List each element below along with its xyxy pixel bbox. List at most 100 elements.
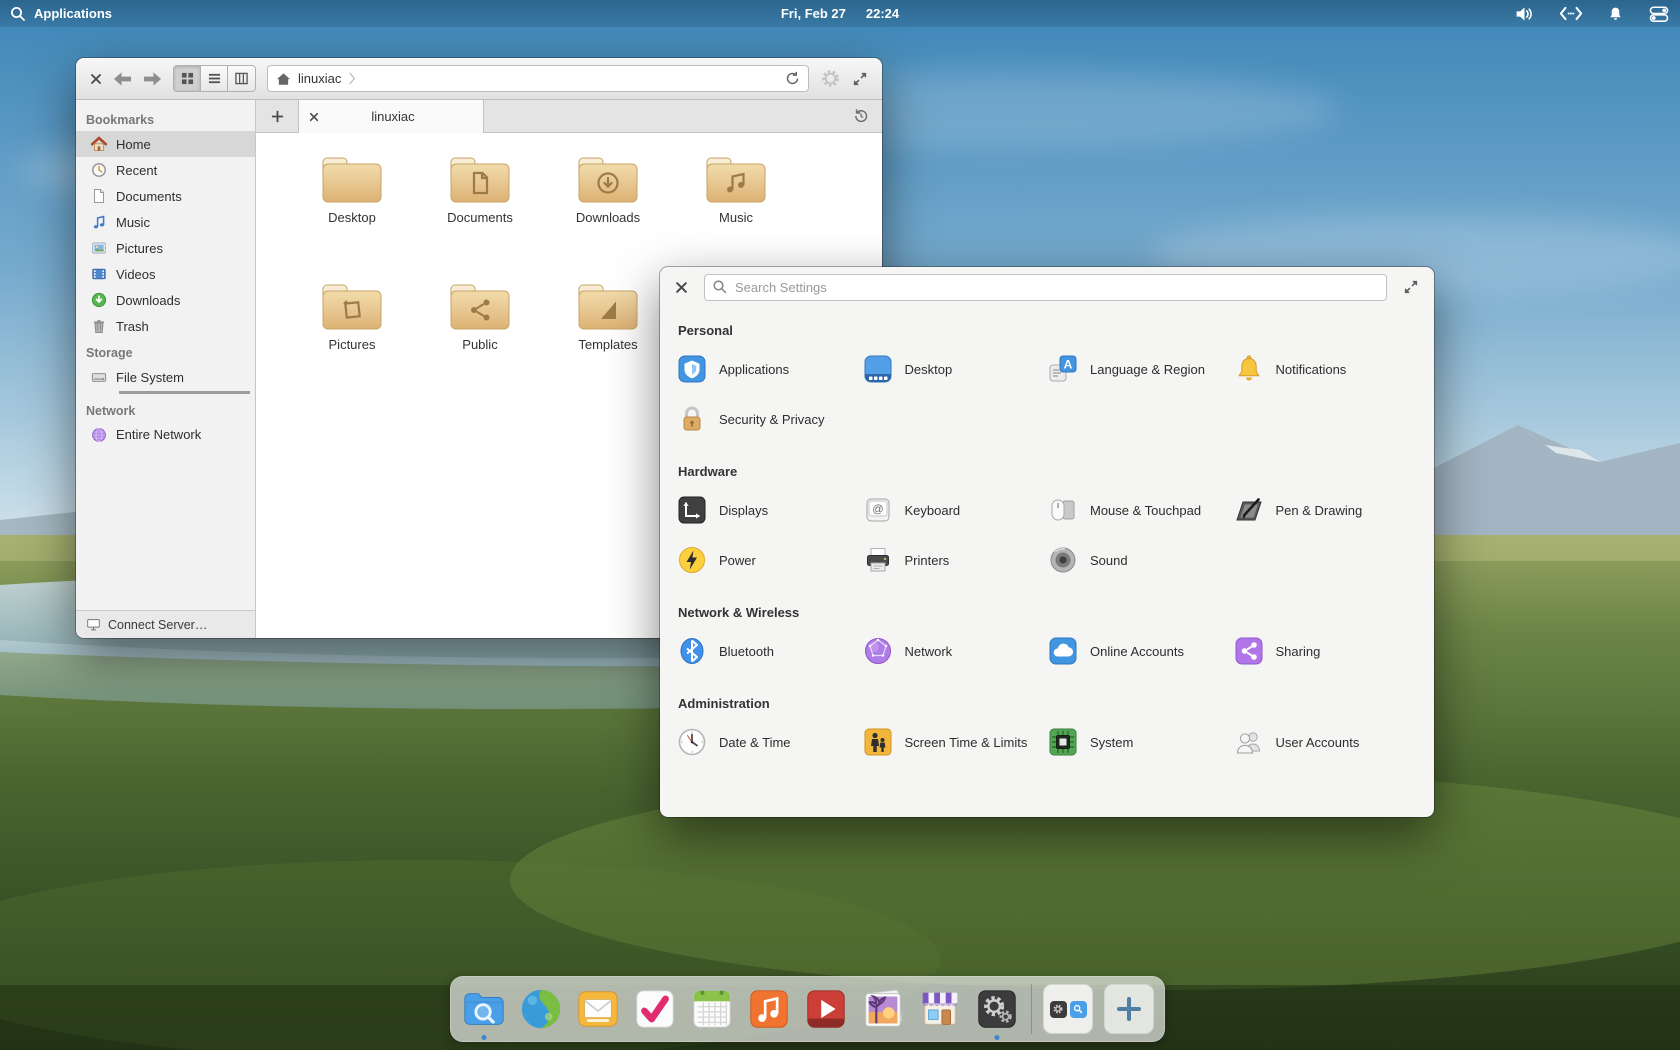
section-title-hardware: Hardware	[678, 464, 1418, 479]
folder-templates[interactable]: Templates	[552, 282, 664, 409]
tab-label: linuxiac	[327, 109, 473, 124]
settings-item-keyboard[interactable]: @ Keyboard	[862, 485, 1048, 535]
column-view-button[interactable]	[228, 66, 255, 91]
connect-server-button[interactable]: Connect Server…	[76, 610, 255, 638]
settings-item-notifications[interactable]: Notifications	[1233, 344, 1419, 394]
dock-videos[interactable]	[803, 986, 849, 1032]
volume-icon	[1514, 5, 1535, 23]
sidebar-item-documents[interactable]: Documents	[76, 183, 255, 209]
folder-pictures[interactable]: Pictures	[296, 282, 408, 409]
datetime-indicator[interactable]: Fri, Feb 27 22:24	[781, 6, 899, 21]
sidebar-item-downloads[interactable]: Downloads	[76, 287, 255, 313]
view-switcher	[173, 65, 256, 92]
settings-item-online-accounts[interactable]: Online Accounts	[1047, 626, 1233, 676]
users-icon	[1233, 726, 1265, 758]
close-window-button[interactable]	[675, 281, 688, 294]
files-headerbar: linuxiac	[76, 58, 882, 100]
settings-item-mouse-touchpad[interactable]: Mouse & Touchpad	[1047, 485, 1233, 535]
folder-icon	[576, 155, 640, 205]
tab-linuxiac[interactable]: linuxiac	[298, 100, 484, 133]
applications-menu[interactable]: Applications	[10, 6, 112, 22]
add-workspace-button[interactable]	[1104, 984, 1154, 1034]
search-settings-input[interactable]	[704, 274, 1387, 301]
settings-item-sharing[interactable]: Sharing	[1233, 626, 1419, 676]
sidebar-item-label: Pictures	[116, 241, 163, 256]
dock-tasks[interactable]	[632, 986, 678, 1032]
close-icon	[675, 281, 688, 294]
running-indicator	[995, 1035, 1000, 1040]
dock-mail[interactable]	[575, 986, 621, 1032]
settings-item-network[interactable]: Network	[862, 626, 1048, 676]
maximize-button[interactable]	[1403, 279, 1419, 295]
chip-icon	[1047, 726, 1079, 758]
tasks-icon	[632, 986, 678, 1032]
folder-desktop[interactable]: Desktop	[296, 155, 408, 282]
sidebar-item-pictures[interactable]: Pictures	[76, 235, 255, 261]
settings-item-screen-time[interactable]: Screen Time & Limits	[862, 717, 1048, 767]
panel-time: 22:24	[866, 6, 899, 21]
network-indicator[interactable]	[1559, 5, 1583, 22]
bell-icon	[1233, 353, 1265, 385]
settings-item-language-region[interactable]: A Language & Region	[1047, 344, 1233, 394]
settings-item-applications[interactable]: Applications	[676, 344, 862, 394]
settings-item-system[interactable]: System	[1047, 717, 1233, 767]
folder-documents[interactable]: Documents	[424, 155, 536, 282]
appcenter-icon	[917, 986, 963, 1032]
dock-appcenter[interactable]	[917, 986, 963, 1032]
tab-close-button[interactable]	[309, 112, 319, 122]
settings-item-desktop[interactable]: Desktop	[862, 344, 1048, 394]
folder-icon	[576, 282, 640, 332]
sidebar-section-bookmarks: Bookmarks	[76, 106, 255, 131]
new-tab-button[interactable]	[256, 100, 298, 132]
volume-indicator[interactable]	[1514, 5, 1535, 23]
settings-gears-icon	[974, 986, 1020, 1032]
list-view-button[interactable]	[201, 66, 228, 91]
dock-calendar[interactable]	[689, 986, 735, 1032]
settings-item-power[interactable]: Power	[676, 535, 862, 585]
close-icon	[309, 112, 319, 122]
settings-menu-button[interactable]	[820, 68, 841, 89]
settings-item-security-privacy[interactable]: Security & Privacy	[676, 394, 862, 444]
settings-item-displays[interactable]: Displays	[676, 485, 862, 535]
maximize-button[interactable]	[852, 71, 868, 87]
network-globe-icon	[91, 427, 107, 443]
sidebar-item-music[interactable]: Music	[76, 209, 255, 235]
folder-downloads[interactable]: Downloads	[552, 155, 664, 282]
trash-icon	[91, 318, 107, 334]
path-bar[interactable]: linuxiac	[267, 65, 809, 92]
refresh-button[interactable]	[785, 71, 800, 86]
notifications-indicator[interactable]	[1607, 5, 1624, 23]
dock-photos[interactable]	[860, 986, 906, 1032]
sidebar-item-entire-network[interactable]: Entire Network	[76, 422, 255, 448]
folder-music[interactable]: Music	[680, 155, 792, 282]
settings-item-bluetooth[interactable]: Bluetooth	[676, 626, 862, 676]
sidebar-item-filesystem[interactable]: File System	[76, 364, 255, 390]
workspace-switcher[interactable]	[1043, 984, 1093, 1034]
back-button[interactable]	[113, 71, 132, 87]
dock-web-browser[interactable]	[518, 986, 564, 1032]
session-indicator[interactable]	[1648, 5, 1670, 23]
sidebar-item-label: File System	[116, 370, 184, 385]
photos-icon	[860, 986, 906, 1032]
forward-button[interactable]	[143, 71, 162, 87]
sidebar-item-videos[interactable]: Videos	[76, 261, 255, 287]
folder-icon	[320, 155, 384, 205]
settings-item-date-time[interactable]: Date & Time	[676, 717, 862, 767]
dock-system-settings[interactable]	[974, 986, 1020, 1032]
sidebar-item-recent[interactable]: Recent	[76, 157, 255, 183]
applications-menu-label: Applications	[34, 6, 112, 21]
sidebar-item-trash[interactable]: Trash	[76, 313, 255, 339]
breadcrumb[interactable]: linuxiac	[298, 71, 341, 86]
tab-history-button[interactable]	[840, 100, 882, 132]
grid-view-button[interactable]	[174, 66, 201, 91]
settings-item-user-accounts[interactable]: User Accounts	[1233, 717, 1419, 767]
dock-music[interactable]	[746, 986, 792, 1032]
sidebar-item-home[interactable]: Home	[76, 131, 255, 157]
dock-files[interactable]	[461, 986, 507, 1032]
close-window-button[interactable]	[90, 73, 102, 85]
sidebar-item-label: Home	[116, 137, 151, 152]
settings-item-pen-drawing[interactable]: Pen & Drawing	[1233, 485, 1419, 535]
settings-item-sound[interactable]: Sound	[1047, 535, 1233, 585]
folder-public[interactable]: Public	[424, 282, 536, 409]
settings-item-printers[interactable]: Printers	[862, 535, 1048, 585]
